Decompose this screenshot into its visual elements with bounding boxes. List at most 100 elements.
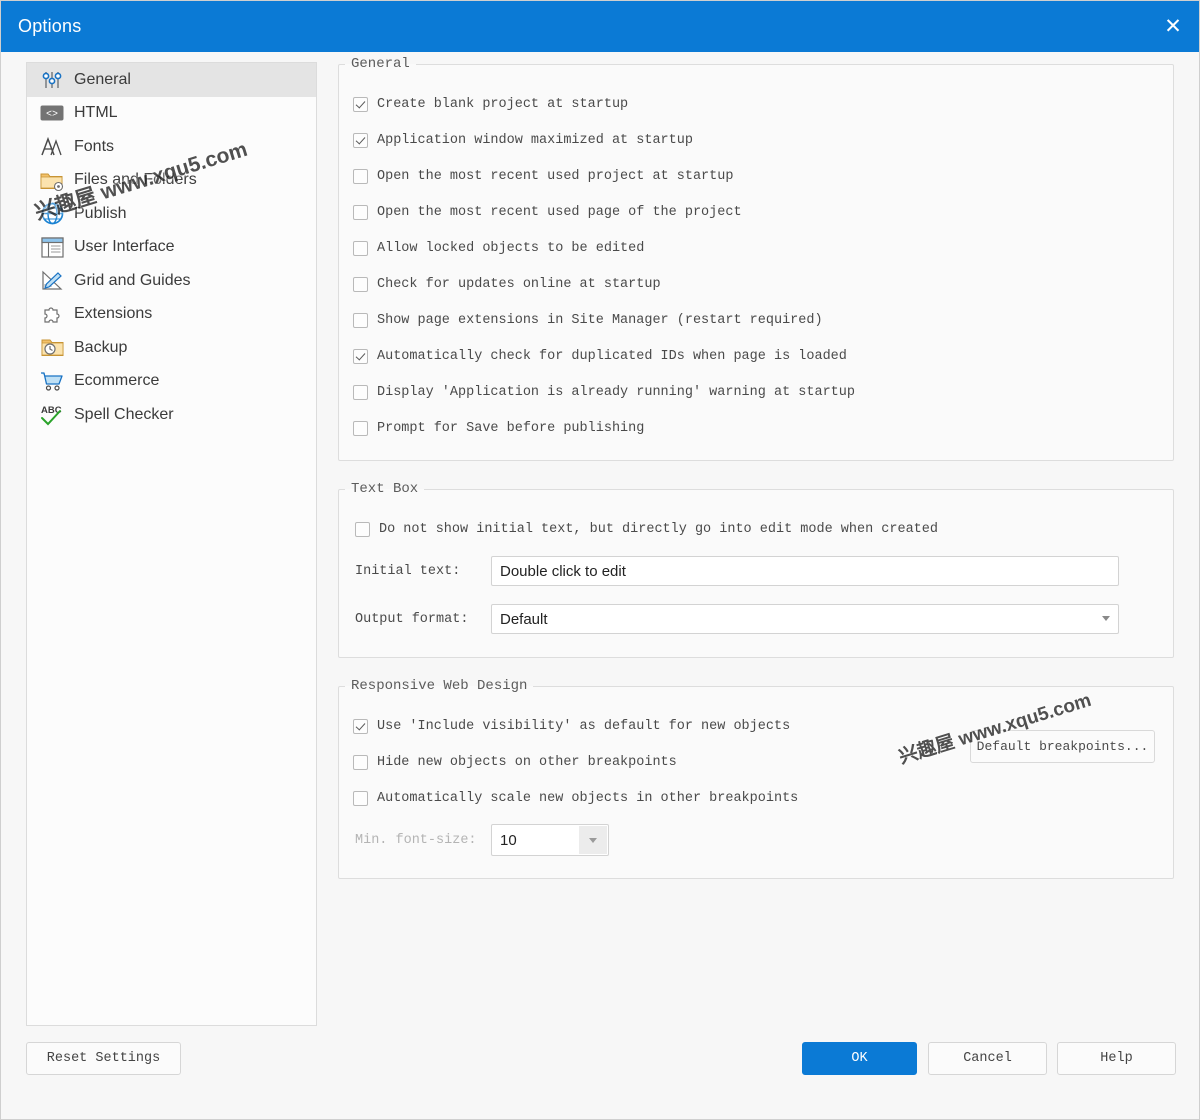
code-tag-icon: <> [39, 100, 65, 126]
chevron-down-icon[interactable] [579, 826, 607, 854]
sidebar-item-label: Grid and Guides [74, 271, 191, 289]
checkbox-box[interactable] [353, 420, 368, 436]
sidebar-item-label: Publish [74, 204, 127, 222]
sidebar-item-label: HTML [74, 104, 118, 122]
shopping-cart-icon [39, 368, 65, 394]
output-format-select[interactable]: Default [491, 604, 1119, 634]
checkbox-label: Display 'Application is already running'… [377, 384, 855, 400]
checkbox-label: Automatically scale new objects in other… [377, 790, 799, 806]
checkbox-check-updates[interactable]: Check for updates online at startup [339, 266, 1173, 302]
sidebar-item-label: User Interface [74, 238, 175, 256]
checkbox-label: Do not show initial text, but directly g… [379, 521, 938, 537]
checkbox-box[interactable] [353, 790, 368, 806]
textbox-group: Text Box Do not show initial text, but d… [338, 481, 1174, 658]
checkbox-box[interactable] [353, 718, 368, 734]
ok-button[interactable]: OK [802, 1042, 917, 1075]
checkbox-box[interactable] [353, 348, 368, 364]
checkbox-box[interactable] [353, 754, 368, 770]
output-format-value[interactable]: Default [491, 604, 1119, 634]
general-group-legend: General [351, 56, 410, 72]
sidebar-item-general[interactable]: General [27, 63, 316, 97]
options-dialog: Options ✕ General <> HTML Fonts Files an… [0, 0, 1200, 1120]
initial-text-input[interactable] [491, 556, 1119, 586]
rwd-group-legend: Responsive Web Design [351, 678, 528, 694]
checkbox-label: Prompt for Save before publishing [377, 420, 645, 436]
font-aa-icon [39, 134, 65, 160]
sidebar-item-backup[interactable]: Backup [27, 331, 316, 365]
checkbox-label: Check for updates online at startup [377, 276, 661, 292]
puzzle-piece-icon [39, 301, 65, 327]
sliders-icon [39, 67, 65, 93]
sidebar-item-files-and-folders[interactable]: Files and Folders [27, 164, 316, 198]
checkbox-label: Show page extensions in Site Manager (re… [377, 312, 823, 328]
settings-pane: General Create blank project at startup … [338, 56, 1174, 899]
checkbox-open-recent-project[interactable]: Open the most recent used project at sta… [339, 158, 1173, 194]
chevron-down-icon[interactable] [1102, 616, 1110, 621]
sidebar-item-label: Backup [74, 338, 128, 356]
folder-gear-icon [39, 167, 65, 193]
help-button[interactable]: Help [1057, 1042, 1176, 1075]
checkbox-open-recent-page[interactable]: Open the most recent used page of the pr… [339, 194, 1173, 230]
checkbox-box[interactable] [353, 132, 368, 148]
sidebar-item-label: Fonts [74, 137, 115, 155]
checkbox-label: Open the most recent used page of the pr… [377, 204, 742, 220]
globe-icon [39, 201, 65, 227]
checkbox-label: Hide new objects on other breakpoints [377, 754, 677, 770]
min-font-size-row: Min. font-size: 10 [339, 816, 1173, 864]
checkbox-already-running-warning[interactable]: Display 'Application is already running'… [339, 374, 1173, 410]
title-bar: Options ✕ [1, 1, 1199, 52]
checkbox-auto-scale-new-objects[interactable]: Automatically scale new objects in other… [339, 780, 1173, 816]
checkbox-box[interactable] [353, 96, 368, 112]
sidebar-item-user-interface[interactable]: User Interface [27, 231, 316, 265]
sidebar-item-label: General [74, 70, 131, 88]
sidebar-item-spell-checker[interactable]: ABC Spell Checker [27, 398, 316, 432]
rwd-group: Responsive Web Design Use 'Include visib… [338, 678, 1174, 879]
checkbox-box[interactable] [353, 168, 368, 184]
close-icon[interactable]: ✕ [1145, 1, 1199, 52]
checkbox-box[interactable] [353, 276, 368, 292]
general-group: General Create blank project at startup … [338, 56, 1174, 461]
sidebar-item-label: Ecommerce [74, 372, 160, 390]
checkbox-prompt-save-before-publishing[interactable]: Prompt for Save before publishing [339, 410, 1173, 446]
initial-text-label: Initial text: [355, 563, 461, 579]
sidebar-item-ecommerce[interactable]: Ecommerce [27, 365, 316, 399]
sidebar-item-label: Extensions [74, 305, 153, 323]
checkbox-box[interactable] [355, 521, 370, 537]
ruler-pencil-icon [39, 268, 65, 294]
default-breakpoints-button[interactable]: Default breakpoints... [970, 730, 1155, 763]
checkbox-label: Application window maximized at startup [377, 132, 693, 148]
checkbox-box[interactable] [353, 312, 368, 328]
reset-settings-button[interactable]: Reset Settings [26, 1042, 181, 1075]
checkbox-box[interactable] [353, 384, 368, 400]
min-font-size-value: 10 [500, 831, 517, 849]
svg-text:<>: <> [46, 110, 58, 121]
sidebar-item-label: Spell Checker [74, 405, 174, 423]
output-format-label: Output format: [355, 611, 469, 627]
checkbox-show-page-extensions[interactable]: Show page extensions in Site Manager (re… [339, 302, 1173, 338]
checkbox-label: Automatically check for duplicated IDs w… [377, 348, 847, 364]
window-layout-icon [39, 234, 65, 260]
abc-check-icon: ABC [39, 402, 65, 428]
sidebar-item-fonts[interactable]: Fonts [27, 130, 316, 164]
checkbox-window-maximized[interactable]: Application window maximized at startup [339, 122, 1173, 158]
sidebar-item-html[interactable]: <> HTML [27, 97, 316, 131]
dialog-footer: Reset Settings OK Cancel Help [1, 1026, 1199, 1119]
folder-clock-icon [39, 335, 65, 361]
checkbox-label: Allow locked objects to be edited [377, 240, 645, 256]
sidebar-item-extensions[interactable]: Extensions [27, 298, 316, 332]
settings-category-sidebar[interactable]: General <> HTML Fonts Files and Folders … [26, 62, 317, 1026]
checkbox-duplicated-ids[interactable]: Automatically check for duplicated IDs w… [339, 338, 1173, 374]
sidebar-item-grid-and-guides[interactable]: Grid and Guides [27, 264, 316, 298]
checkbox-allow-locked-objects[interactable]: Allow locked objects to be edited [339, 230, 1173, 266]
output-format-row: Output format: Default [339, 595, 1173, 643]
checkbox-do-not-show-initial-text[interactable]: Do not show initial text, but directly g… [339, 511, 1173, 547]
checkbox-create-blank-project[interactable]: Create blank project at startup [339, 86, 1173, 122]
checkbox-box[interactable] [353, 204, 368, 220]
svg-text:ABC: ABC [41, 405, 62, 416]
sidebar-item-publish[interactable]: Publish [27, 197, 316, 231]
checkbox-box[interactable] [353, 240, 368, 256]
checkbox-label: Use 'Include visibility' as default for … [377, 718, 791, 734]
min-font-size-label: Min. font-size: [355, 832, 477, 848]
min-font-size-stepper[interactable]: 10 [491, 824, 609, 856]
cancel-button[interactable]: Cancel [928, 1042, 1047, 1075]
